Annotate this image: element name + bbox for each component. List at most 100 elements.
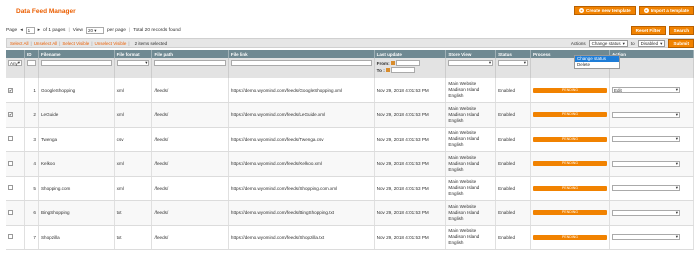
table-row[interactable]: ✔ 2 LeGuide xml/feeds/https://demo.wyomind.… <box>6 102 694 128</box>
per-page-select[interactable]: 20 ▾ <box>86 27 105 34</box>
table-row[interactable]: 7 Shopzilla txt/feeds/https://demo.wyomind… <box>6 225 694 250</box>
page-input[interactable]: 1 <box>25 27 35 34</box>
row-checkbox[interactable] <box>8 136 13 142</box>
cell-filename: Kelkoo <box>38 151 115 177</box>
actions-select[interactable]: Change status ▾ <box>588 40 628 47</box>
calendar-icon[interactable] <box>385 68 390 72</box>
col-header-action: Action <box>609 50 694 58</box>
cell-status: Enabled <box>495 102 532 128</box>
cell-id: 3 <box>24 127 39 152</box>
cell-updated: Nov 29, 2018 4:01:53 PM <box>374 102 447 128</box>
store-filter[interactable]: ▾ <box>448 60 494 66</box>
process-badge: PENDING <box>533 87 608 93</box>
import-template-button[interactable]: + Import a template <box>638 6 694 15</box>
submit-button[interactable]: Submit <box>668 39 694 48</box>
table-row[interactable]: 5 Shopping.com xml/feeds/https://demo.wyom… <box>6 176 694 201</box>
any-select[interactable]: Any ▾ <box>8 60 23 66</box>
unselect-visible-link[interactable]: Unselect Visible <box>94 41 126 46</box>
row-action-select[interactable]: ▾ <box>612 209 681 216</box>
cell-link[interactable]: https://demo.wyomind.com/feeds/Kelkoo.xm… <box>228 151 375 177</box>
cell-filename: GoogleShopping <box>38 78 115 103</box>
cell-store: Main Website Madison Island English <box>445 78 497 103</box>
date-from-input[interactable] <box>395 60 420 66</box>
col-header-status[interactable]: Status <box>495 50 532 58</box>
cell-status: Enabled <box>495 176 532 201</box>
link-filter[interactable] <box>230 60 372 66</box>
create-template-button[interactable]: + Create new template <box>574 6 636 15</box>
cell-link[interactable]: https://demo.wyomind.com/feeds/Shopzilla… <box>228 225 375 250</box>
pager: Page ◂ 1 ▸ of 1 pages | View 20 ▾ per pa… <box>6 27 181 34</box>
unselect-all-link[interactable]: Unselect All <box>34 41 58 46</box>
table-row[interactable]: ✔ 1 GoogleShopping xml/feeds/https://demo.w… <box>6 78 694 103</box>
cell-updated: Nov 29, 2018 4:01:53 PM <box>374 200 447 226</box>
cell-path: /feeds/ <box>151 127 229 152</box>
calendar-icon[interactable] <box>390 61 395 65</box>
row-action-select[interactable]: ▾ <box>612 136 681 143</box>
row-action-select[interactable]: ▾ <box>612 160 681 167</box>
row-action-select[interactable]: ▾ <box>612 234 681 241</box>
format-filter[interactable]: ▾ <box>116 60 150 66</box>
cell-store: Main Website Madison Island English <box>445 127 497 152</box>
cell-updated: Nov 29, 2018 4:01:53 PM <box>374 127 447 152</box>
cell-path: /feeds/ <box>151 176 229 201</box>
row-action-select[interactable]: ▾ <box>612 185 681 192</box>
cell-filename: BingShopping <box>38 200 115 226</box>
process-badge: PENDING <box>533 185 608 191</box>
col-header-format[interactable]: File format <box>114 50 153 58</box>
row-checkbox[interactable] <box>8 234 13 240</box>
reset-filter-button[interactable]: Reset Filter <box>630 26 666 35</box>
row-checkbox[interactable]: ✔ <box>8 112 13 118</box>
prev-page-icon[interactable]: ◂ <box>20 28 22 33</box>
row-checkbox[interactable] <box>8 160 13 166</box>
process-badge: PENDING <box>533 210 608 216</box>
row-checkbox[interactable] <box>8 209 13 215</box>
row-checkbox[interactable]: ✔ <box>8 87 13 93</box>
col-header-filename[interactable]: Filename <box>38 50 115 58</box>
filename-filter[interactable] <box>40 60 112 66</box>
cell-filename: Twenga <box>38 127 115 152</box>
cell-id: 6 <box>24 200 39 226</box>
table-row[interactable]: 4 Kelkoo xml/feeds/https://demo.wyomind.co… <box>6 151 694 177</box>
select-all-link[interactable]: Select All <box>10 41 29 46</box>
status-filter[interactable]: ▾ <box>498 60 529 66</box>
dropdown-option-delete[interactable]: Delete <box>575 62 619 68</box>
row-action-select[interactable]: Edit ▾ <box>612 87 681 93</box>
cell-status: Enabled <box>495 127 532 152</box>
path-filter[interactable] <box>154 60 226 66</box>
cell-link[interactable]: https://demo.wyomind.com/feeds/GoogleSho… <box>228 78 375 103</box>
id-filter[interactable] <box>27 60 36 66</box>
col-header-store[interactable]: Store View <box>445 50 497 58</box>
cell-format: txt <box>114 200 153 226</box>
selected-count: 2 items selected <box>134 40 168 46</box>
header-actions: + Create new template + Import a template <box>574 6 694 15</box>
cell-store: Main Website Madison Island English <box>445 176 497 201</box>
date-to-input[interactable] <box>390 67 415 73</box>
table-row[interactable]: 3 Twenga csv/feeds/https://demo.wyomind.co… <box>6 127 694 152</box>
process-badge: PENDING <box>533 161 608 167</box>
process-badge: PENDING <box>533 112 608 118</box>
col-header-path[interactable]: File path <box>151 50 229 58</box>
cell-id: 1 <box>24 78 39 103</box>
cell-link[interactable]: https://demo.wyomind.com/feeds/Twenga.cs… <box>228 127 375 152</box>
cell-path: /feeds/ <box>151 78 229 103</box>
cell-store: Main Website Madison Island English <box>445 225 497 250</box>
cell-format: txt <box>114 225 153 250</box>
cell-link[interactable]: https://demo.wyomind.com/feeds/LeGuide.x… <box>228 102 375 128</box>
col-header-id[interactable]: ID <box>24 50 39 58</box>
select-visible-link[interactable]: Select Visible <box>62 41 89 46</box>
cell-status: Enabled <box>495 225 532 250</box>
row-action-select[interactable]: ▾ <box>612 111 681 118</box>
col-header-link[interactable]: File link <box>228 50 375 58</box>
process-badge: PENDING <box>533 136 608 142</box>
search-button[interactable]: Search <box>668 26 694 35</box>
cell-format: xml <box>114 176 153 201</box>
cell-link[interactable]: https://demo.wyomind.com/feeds/Shopping.… <box>228 176 375 201</box>
cell-link[interactable]: https://demo.wyomind.com/feeds/BingShopp… <box>228 200 375 226</box>
table-row[interactable]: 6 BingShopping txt/feeds/https://demo.wyom… <box>6 200 694 226</box>
cell-status: Enabled <box>495 200 532 226</box>
status-to-select[interactable]: Disabled ▾ <box>637 40 666 47</box>
next-page-icon[interactable]: ▸ <box>38 28 40 33</box>
row-checkbox[interactable] <box>8 185 13 191</box>
cell-updated: Nov 29, 2018 4:01:53 PM <box>374 151 447 177</box>
col-header-updated[interactable]: Last update <box>374 50 447 58</box>
